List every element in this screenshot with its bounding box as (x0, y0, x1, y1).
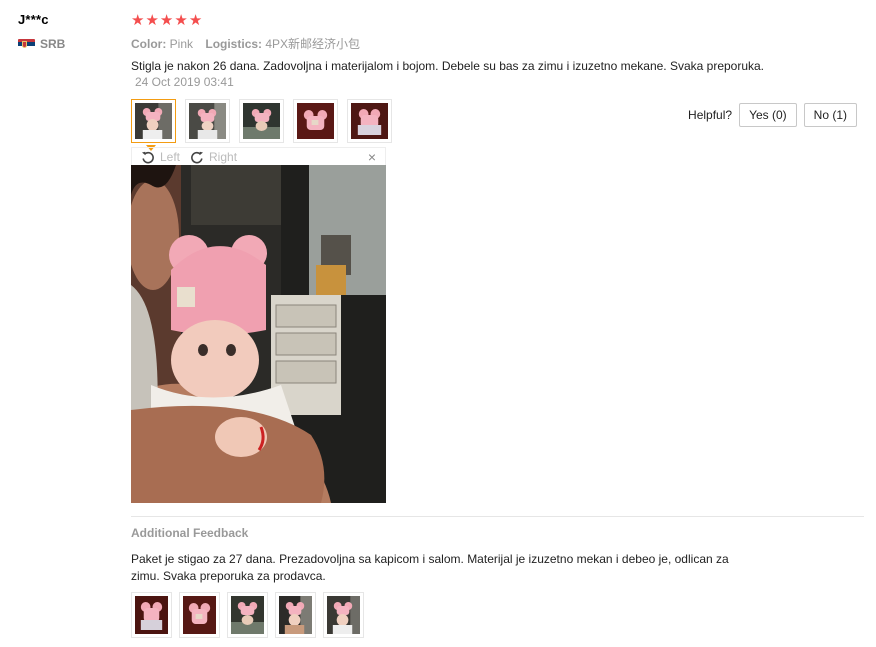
baby-photo-thumbnail (327, 596, 360, 634)
color-label: Color: (131, 37, 167, 51)
star-icon: ★ (159, 11, 174, 29)
reviewer-name: J***c (18, 12, 49, 27)
additional-thumbnail[interactable] (323, 592, 364, 638)
additional-thumbnail[interactable] (275, 592, 316, 638)
additional-thumbnail[interactable] (131, 592, 172, 638)
star-icon: ★ (131, 11, 145, 29)
enlarged-review-photo (131, 165, 386, 503)
baby-photo-thumbnail (231, 596, 264, 634)
star-icon: ★ (174, 11, 188, 29)
baby-photo-thumbnail (135, 103, 172, 139)
country-code: SRB (40, 37, 66, 51)
additional-feedback-text: Paket je stigao za 27 dana. Prezadovoljn… (131, 552, 729, 583)
viewer-toolbar: Left Right × (131, 147, 386, 165)
section-divider (131, 516, 864, 517)
helpful-no-button[interactable]: No (1) (803, 103, 857, 127)
review-thumbnail[interactable] (131, 99, 176, 151)
reviewer-country: SRB (18, 37, 118, 51)
rotate-right-label: Right (209, 149, 238, 164)
hat-product-thumbnail (297, 103, 334, 139)
rotate-left-icon (142, 151, 154, 163)
review-date: 24 Oct 2019 03:41 (135, 75, 234, 89)
review-thumbnail[interactable] (185, 99, 230, 143)
logistics-label: Logistics: (205, 37, 263, 51)
baby-photo-thumbnail (279, 596, 312, 634)
hat-product-thumbnail (135, 596, 168, 634)
review-thumbnail[interactable] (293, 99, 338, 143)
additional-thumbnail[interactable] (179, 592, 220, 638)
star-icon: ★ (188, 11, 203, 29)
reviewer-info: J***c SRB (18, 12, 118, 51)
additional-thumbnails (131, 592, 364, 638)
additional-thumbnail[interactable] (227, 592, 268, 638)
helpful-yes-button[interactable]: Yes (0) (739, 103, 797, 127)
baby-photo-thumbnail (189, 103, 226, 139)
close-icon[interactable]: × (368, 149, 376, 165)
review-main: ★ ★ ★ ★ ★ Color: Pink Logistics: 4PX新邮经济… (131, 12, 866, 638)
image-viewer: Left Right × (131, 147, 386, 503)
logistics-value: 4PX新邮经济小包 (265, 37, 361, 51)
color-value: Pink (169, 37, 194, 51)
star-icon: ★ (145, 11, 159, 29)
flag-serbia-icon (18, 38, 35, 50)
product-attributes: Color: Pink Logistics: 4PX新邮经济小包 (131, 35, 866, 52)
hat-product-thumbnail (351, 103, 388, 139)
review-text: Stigla je nakon 26 dana. Zadovoljna i ma… (131, 59, 765, 73)
rotate-left-button[interactable]: Left (141, 150, 180, 164)
hat-product-thumbnail (183, 596, 216, 634)
rotate-left-label: Left (160, 149, 181, 164)
rotate-right-button[interactable]: Right (190, 150, 237, 164)
star-rating: ★ ★ ★ ★ ★ (131, 12, 866, 28)
helpful-voting: Helpful? Yes (0) No (1) (688, 103, 857, 127)
baby-photo-thumbnail (243, 103, 280, 139)
review-thumbnail[interactable] (239, 99, 284, 143)
helpful-label: Helpful? (688, 108, 733, 122)
rotate-right-icon (191, 151, 204, 163)
additional-feedback-title: Additional Feedback (131, 526, 249, 540)
review-thumbnail[interactable] (347, 99, 392, 143)
